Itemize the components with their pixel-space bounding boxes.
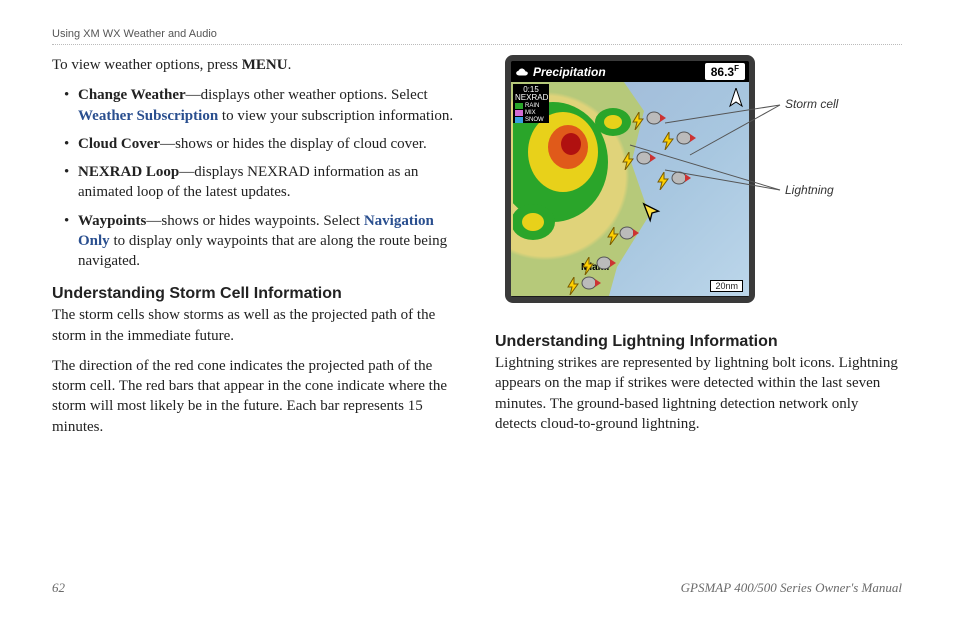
cloud-icon [515,67,529,77]
manual-page: Using XM WX Weather and Audio To view we… [0,0,954,618]
left-column: To view weather options, press MENU. Cha… [52,55,459,447]
intro-paragraph: To view weather options, press MENU. [52,55,459,75]
intro-pre: To view weather options, press [52,57,242,73]
storm-cell-icon [671,170,693,186]
right-column: Precipitation 86.3F [495,55,902,447]
legend-row: MIX [515,110,547,116]
north-arrow-icon [729,88,743,108]
option-term: Change Weather [78,87,186,103]
lightning-icon [606,227,620,245]
lightning-icon [656,172,670,190]
callout-lightning: Lightning [785,183,834,197]
legend-mode: NEXRAD [515,94,547,102]
option-term: NEXRAD Loop [78,164,179,180]
map-view: 0:15 NEXRAD RAIN MIX SNOW Miami 20nm [511,82,749,296]
page-number: 62 [52,580,65,596]
lightning-icon [621,152,635,170]
option-after: to view your subscription information. [218,108,453,124]
scale-bar: 20nm [710,280,743,292]
option-desc: —displays other weather options. Select [186,87,428,103]
option-desc: —shows or hides waypoints. Select [146,213,363,229]
option-term: Cloud Cover [78,136,160,152]
lightning-icon [661,132,675,150]
storm-cell-icon [619,225,641,241]
legend-row: SNOW [515,117,547,123]
storm-heading: Understanding Storm Cell Information [52,285,459,303]
legend-row: RAIN [515,103,547,109]
storm-cell-icon [636,150,658,166]
legend-swatch [515,110,523,116]
legend-label: MIX [525,110,536,116]
weather-map-figure: Precipitation 86.3F [495,55,895,315]
two-column-layout: To view weather options, press MENU. Cha… [52,55,902,447]
titlebar-label: Precipitation [533,65,606,79]
list-item: Change Weather—displays other weather op… [64,85,459,126]
storm-cell-icon [646,110,668,126]
legend-label: SNOW [525,117,544,123]
legend-swatch [515,117,523,123]
titlebar-value: 86.3F [705,63,745,80]
option-desc: —shows or hides the display of cloud cov… [160,136,427,152]
lightning-p1: Lightning strikes are represented by lig… [495,353,902,434]
menu-keyword: MENU [242,57,288,73]
manual-title: GPSMAP 400/500 Series Owner's Manual [681,580,902,596]
storm-cell-icon [596,255,618,271]
callout-storm-cell: Storm cell [785,97,838,111]
lightning-heading: Understanding Lightning Information [495,333,902,351]
device-titlebar: Precipitation 86.3F [511,61,749,82]
legend-swatch [515,103,523,109]
option-after: to display only waypoints that are along… [78,233,447,269]
device-screen: Precipitation 86.3F [505,55,755,303]
page-footer: 62 GPSMAP 400/500 Series Owner's Manual [52,580,902,596]
lightning-icon [581,257,595,275]
lightning-icon [631,112,645,130]
weather-subscription-link[interactable]: Weather Subscription [78,108,218,124]
storm-p1: The storm cells show storms as well as t… [52,305,459,346]
list-item: Waypoints—shows or hides waypoints. Sele… [64,211,459,272]
map-cursor-icon [641,202,663,224]
lightning-icon [566,277,580,295]
legend-label: RAIN [525,103,539,109]
option-term: Waypoints [78,213,146,229]
weather-options-list: Change Weather—displays other weather op… [64,85,459,271]
radar-legend: 0:15 NEXRAD RAIN MIX SNOW [513,84,549,123]
storm-cell-icon [581,275,603,291]
intro-post: . [288,57,292,73]
list-item: Cloud Cover—shows or hides the display o… [64,134,459,154]
storm-p2: The direction of the red cone indicates … [52,356,459,437]
running-head: Using XM WX Weather and Audio [52,28,902,45]
list-item: NEXRAD Loop—displays NEXRAD information … [64,162,459,203]
storm-cell-icon [676,130,698,146]
